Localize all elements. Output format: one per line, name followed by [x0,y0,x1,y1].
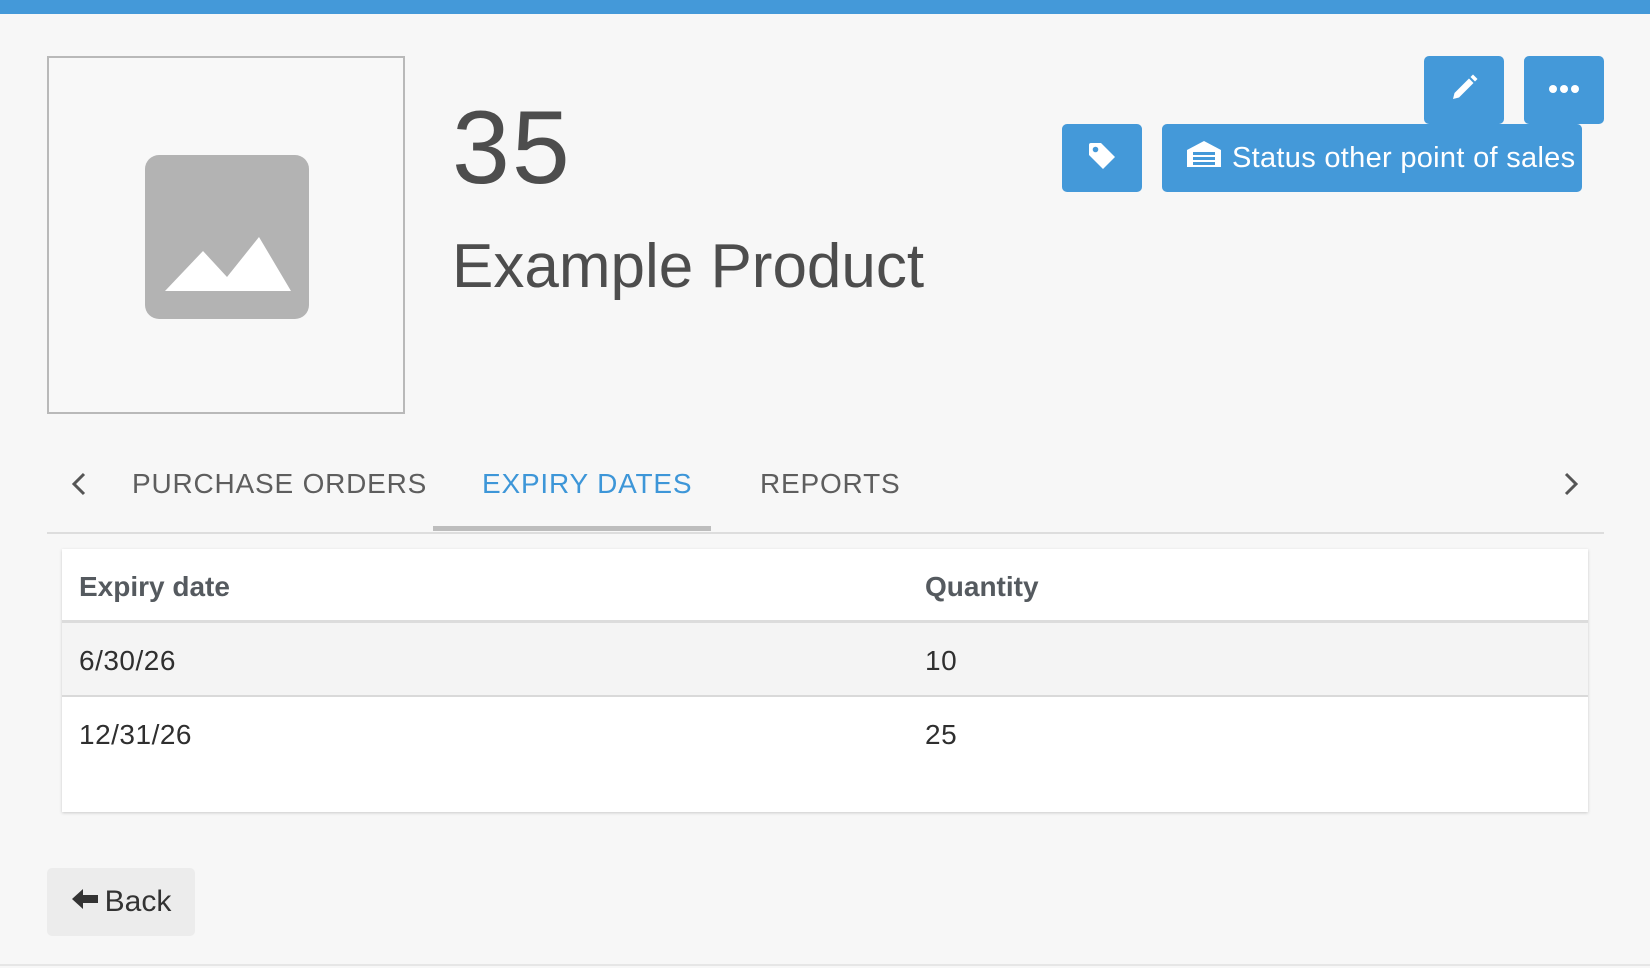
expiry-date-cell: 6/30/26 [79,645,176,676]
ellipsis-icon [1549,81,1579,99]
tab-reports[interactable]: REPORTS [760,468,900,500]
chevron-right-icon [1561,470,1581,503]
arrow-left-icon [71,885,99,919]
quantity-cell: 25 [925,719,958,750]
tab-purchase-orders[interactable]: PURCHASE ORDERS [132,468,427,500]
tabs-scroll-left-button[interactable] [61,468,97,504]
expiry-date-cell: 12/31/26 [79,719,192,750]
status-button-label: Status other point of sales [1232,141,1576,174]
tabs-scroll-right-button[interactable] [1553,468,1589,504]
product-image[interactable] [47,56,405,414]
table-row[interactable]: 6/30/26 10 [62,623,1588,697]
product-number: 35 [452,90,572,206]
pencil-icon [1449,73,1479,108]
tab-bar: PURCHASE ORDERS EXPIRY DATES REPORTS [47,440,1604,534]
more-options-button[interactable] [1524,56,1604,124]
tag-button[interactable] [1062,124,1142,192]
quantity-cell: 10 [925,645,958,676]
table-header: Expiry date Quantity [62,549,1588,623]
tab-expiry-dates[interactable]: EXPIRY DATES [482,468,692,500]
edit-button[interactable] [1424,56,1504,124]
column-header-expiry-date[interactable]: Expiry date [79,571,230,603]
tag-icon [1087,141,1117,176]
divider [0,964,1650,966]
expiry-dates-table: Expiry date Quantity 6/30/26 10 12/31/26… [62,549,1588,812]
back-button[interactable]: Back [47,868,195,936]
back-button-label: Back [104,885,172,918]
status-other-point-of-sales-button[interactable]: Status other point of sales [1162,124,1582,192]
active-tab-indicator [433,526,711,531]
chevron-left-icon [69,470,89,503]
table-row[interactable]: 12/31/26 25 [62,697,1588,771]
warehouse-icon [1186,140,1222,176]
image-placeholder-icon [145,155,309,319]
product-name: Example Product [452,232,925,301]
top-bar [0,0,1650,14]
column-header-quantity[interactable]: Quantity [925,571,1039,603]
